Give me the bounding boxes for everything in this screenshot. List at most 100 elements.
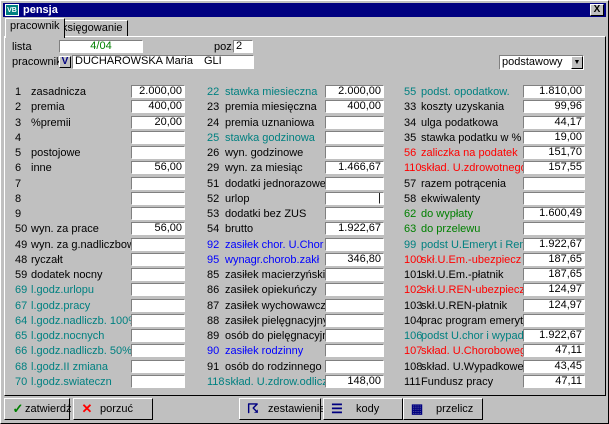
value-field[interactable] [325,283,384,296]
row-number: 23 [207,101,220,113]
value-field[interactable]: 19,00 [523,131,585,144]
value-field[interactable] [325,177,384,190]
value-field[interactable] [131,253,185,266]
value-field[interactable] [325,238,384,251]
row-number: 34 [404,117,417,129]
value-field[interactable]: 1.922,67 [325,222,384,235]
row-number: 24 [207,117,220,129]
value-field[interactable] [325,314,384,327]
row-number: 33 [404,101,417,113]
value-field[interactable]: | [325,192,384,205]
row-number: 49 [15,239,28,251]
value-field[interactable] [325,268,384,281]
row-number: 108 [404,361,423,373]
value-field[interactable] [523,222,585,235]
value-field[interactable]: 1.922,67 [523,329,585,342]
pracownik-field[interactable]: DUCHAROWSKA Maria GLI [72,55,254,69]
discard-button[interactable]: ✕ porzuć [73,398,153,420]
value-field[interactable] [131,375,185,388]
row-label: podst U.Emeryt i Ren [421,239,526,251]
value-field[interactable]: 47,11 [523,344,585,357]
value-field[interactable] [523,177,585,190]
poz-field[interactable]: 2 [233,40,253,53]
codes-button[interactable]: ☰ kody [323,398,403,420]
recalc-button[interactable]: ▦ przelicz [403,398,483,420]
value-field[interactable]: 56,00 [131,222,185,235]
row-number: 88 [207,315,220,327]
value-field[interactable]: 187,65 [523,253,585,266]
close-button[interactable]: X [590,4,604,16]
value-field[interactable]: 2.000,00 [325,85,384,98]
value-field[interactable] [131,360,185,373]
app-icon: VB [5,4,19,16]
value-field[interactable]: 1.922,67 [523,238,585,251]
tab-ksiegowanie[interactable]: księgowanie [57,20,128,37]
row-number: 103 [404,300,423,312]
value-field[interactable]: 187,65 [523,268,585,281]
row-label: osób do rodzinnego [225,361,322,373]
value-field[interactable]: 151,70 [523,146,585,159]
row-number: 8 [15,193,22,205]
value-field[interactable] [325,116,384,129]
value-field[interactable] [131,207,185,220]
row-label: zasiłek opiekuńczy [225,284,317,296]
value-field[interactable]: 99,96 [523,100,585,113]
value-field[interactable] [131,299,185,312]
dropdown-arrow-icon[interactable]: ▼ [571,56,583,69]
checkmark-icon: ✓ [12,401,24,416]
mode-select-value: podstawowy [502,56,563,68]
value-field[interactable] [131,177,185,190]
value-field[interactable]: 400,00 [325,100,384,113]
value-field[interactable] [523,192,585,205]
value-field[interactable]: 148,00 [325,375,384,388]
value-field[interactable] [131,283,185,296]
mode-select[interactable]: podstawowy ▼ [499,55,584,70]
approve-button[interactable]: ✓ zatwierdź [4,398,71,420]
value-field[interactable]: 1.466,67 [325,161,384,174]
value-field[interactable] [325,131,384,144]
value-field[interactable]: 43,45 [523,360,585,373]
value-field[interactable]: 2.000,00 [131,85,185,98]
value-field[interactable] [325,299,384,312]
value-field[interactable] [325,146,384,159]
row-number: 56 [404,147,417,159]
tab-pracownik[interactable]: pracownik [5,18,65,38]
row-number: 58 [404,193,417,205]
row-number: 48 [15,254,28,266]
value-field[interactable] [325,360,384,373]
value-field[interactable] [131,344,185,357]
value-field[interactable]: 47,11 [523,375,585,388]
row-number: 7 [15,178,22,190]
row-number: 95 [207,254,220,266]
statement-button[interactable]: ☈ zestawienie [239,398,325,420]
value-field[interactable]: 346,80 [325,253,384,266]
value-field[interactable]: 56,00 [131,161,185,174]
value-field[interactable]: 20,00 [131,116,185,129]
lista-field[interactable]: 4/04 [59,40,143,53]
value-field[interactable]: 124,97 [523,299,585,312]
value-field[interactable] [131,329,185,342]
row-label: stawka podatku w % [421,132,522,144]
value-field[interactable] [325,207,384,220]
value-field[interactable]: 44,17 [523,116,585,129]
verify-button[interactable]: V [59,56,71,68]
value-field[interactable] [131,314,185,327]
value-field[interactable] [131,238,185,251]
value-field[interactable] [131,192,185,205]
value-field[interactable]: 1.810,00 [523,85,585,98]
value-field[interactable] [523,314,585,327]
row-number: 63 [404,223,417,235]
row-number: 26 [207,147,220,159]
row-label: postojowe [31,147,81,159]
value-field[interactable]: 1.600,49 [523,207,585,220]
row-number: 99 [404,239,417,251]
value-field[interactable] [131,268,185,281]
value-field[interactable]: 124,97 [523,283,585,296]
value-field[interactable] [131,146,185,159]
row-number: 66 [15,345,28,357]
value-field[interactable]: 400,00 [131,100,185,113]
value-field[interactable] [131,131,185,144]
value-field[interactable] [325,329,384,342]
value-field[interactable]: 157,55 [523,161,585,174]
value-field[interactable] [325,344,384,357]
